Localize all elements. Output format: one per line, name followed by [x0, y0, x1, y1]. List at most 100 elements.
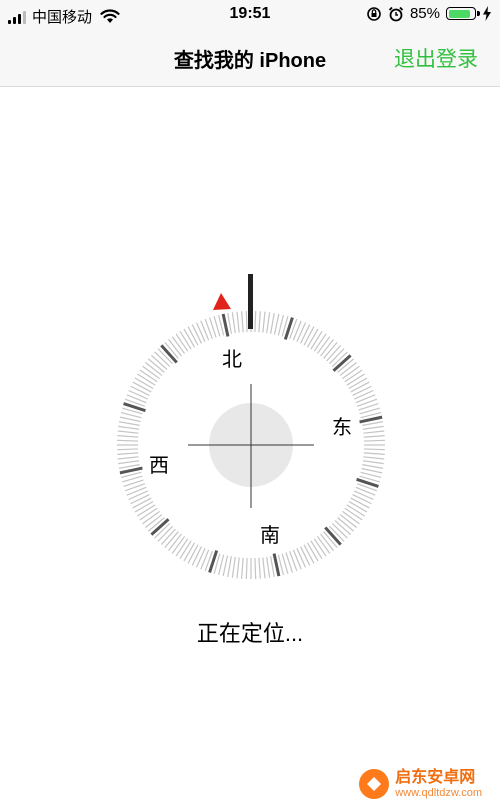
compass-minor-tick — [310, 331, 323, 350]
status-bar: 中国移动 19:51 85% — [0, 0, 500, 30]
compass-minor-tick — [118, 460, 140, 465]
compass-minor-tick — [360, 471, 382, 478]
compass-minor-tick — [316, 536, 331, 554]
compass-minor-tick — [273, 313, 280, 335]
compass-minor-tick — [292, 549, 302, 570]
compass-minor-tick — [171, 336, 186, 354]
sign-out-button[interactable]: 退出登录 — [394, 43, 478, 73]
compass-minor-tick — [179, 331, 192, 350]
compass-minor-tick — [191, 324, 203, 344]
compass-minor-tick — [117, 435, 139, 438]
compass-minor-tick — [117, 456, 139, 460]
compass-west-label: 西 — [149, 453, 169, 477]
compass-minor-tick — [119, 416, 141, 423]
compass-minor-tick — [262, 557, 266, 579]
alarm-icon — [388, 6, 404, 21]
compass-minor-tick — [236, 557, 240, 579]
compass-minor-tick — [362, 460, 384, 465]
compass-minor-tick — [183, 328, 196, 348]
compass-minor-tick — [231, 556, 236, 578]
compass-minor-tick — [128, 490, 149, 501]
compass-minor-tick — [353, 490, 374, 501]
compass-minor-tick — [363, 430, 385, 434]
compass-minor-tick — [130, 493, 150, 505]
battery-icon — [446, 7, 480, 20]
compass-minor-tick — [183, 542, 196, 562]
compass-minor-tick — [306, 328, 319, 348]
compass-minor-tick — [316, 336, 331, 354]
watermark-logo-icon — [359, 769, 390, 799]
compass-minor-tick — [355, 394, 376, 404]
heading-indicator — [248, 274, 253, 329]
compass-minor-tick — [171, 536, 186, 554]
compass-minor-tick — [231, 312, 236, 334]
compass-minor-tick — [200, 320, 210, 341]
compass-east-label: 东 — [332, 415, 352, 439]
compass-minor-tick — [139, 507, 158, 521]
battery-percent: 85% — [409, 5, 440, 22]
compass-minor-tick — [277, 314, 284, 336]
compass-minor-tick — [363, 439, 385, 442]
compass-minor-tick — [227, 556, 232, 578]
compass-minor-tick — [361, 467, 383, 474]
compass-minor-tick — [362, 421, 384, 426]
compass-minor-tick — [236, 311, 240, 333]
compass-minor-tick — [350, 381, 370, 393]
battery-cap — [477, 11, 480, 16]
compass-minor-tick — [292, 320, 302, 341]
compass-minor-tick — [254, 311, 257, 333]
compass-minor-tick — [117, 452, 139, 455]
compass-minor-tick — [352, 385, 372, 397]
compass-minor-tick — [218, 554, 225, 576]
compass-minor-tick — [245, 311, 248, 333]
compass-minor-tick — [254, 557, 257, 579]
compass-major-tick — [119, 466, 143, 475]
compass-minor-tick — [348, 377, 368, 390]
compass-minor-tick — [137, 373, 156, 386]
compass-minor-tick — [353, 389, 374, 400]
compass-minor-tick — [126, 486, 147, 496]
compass-minor-tick — [128, 389, 149, 400]
compass-minor-tick — [303, 544, 315, 564]
compass-minor-tick — [222, 555, 229, 577]
compass-minor-tick — [348, 500, 368, 513]
compass-minor-tick — [296, 547, 307, 568]
rotation-lock-icon — [367, 6, 381, 21]
compass-minor-tick — [191, 546, 203, 566]
compass-minor-tick — [130, 385, 150, 397]
watermark: 启东安卓网 www.qdltdzw.com — [359, 769, 482, 799]
compass-minor-tick — [142, 510, 160, 525]
compass-minor-tick — [118, 464, 140, 469]
compass-minor-tick — [362, 425, 384, 430]
compass-minor-tick — [363, 452, 385, 455]
compass-minor-tick — [200, 549, 210, 570]
compass-minor-tick — [270, 556, 275, 578]
compass-minor-tick — [126, 394, 147, 404]
compass-minor-tick — [258, 311, 261, 333]
compass-north-label: 北 — [222, 347, 242, 371]
compass-minor-tick — [175, 538, 189, 557]
watermark-name: 启东安卓网 — [395, 769, 476, 787]
compass-major-tick — [359, 415, 383, 424]
compass-minor-tick — [352, 493, 372, 505]
status-right: 85% — [366, 5, 492, 22]
compass-minor-tick — [346, 504, 365, 517]
compass-minor-tick — [313, 333, 327, 352]
compass-minor-tick — [117, 439, 139, 442]
watermark-url: www.qdltdzw.com — [395, 786, 482, 799]
compass-minor-tick — [296, 322, 307, 343]
compass-minor-tick — [132, 381, 152, 393]
compass-minor-tick — [245, 557, 248, 579]
compass-minor-tick — [227, 312, 232, 334]
compass-minor-tick — [344, 507, 363, 521]
compass-minor-tick — [270, 312, 275, 334]
compass: 北 东 南 西 — [117, 274, 385, 579]
compass-minor-tick — [303, 326, 315, 346]
compass-minor-tick — [258, 557, 261, 579]
compass-minor-tick — [241, 557, 244, 579]
compass-minor-tick — [120, 412, 142, 419]
compass-minor-tick — [342, 510, 360, 525]
compass-minor-tick — [142, 365, 160, 380]
compass-minor-tick — [241, 311, 244, 333]
compass-minor-tick — [195, 322, 206, 343]
